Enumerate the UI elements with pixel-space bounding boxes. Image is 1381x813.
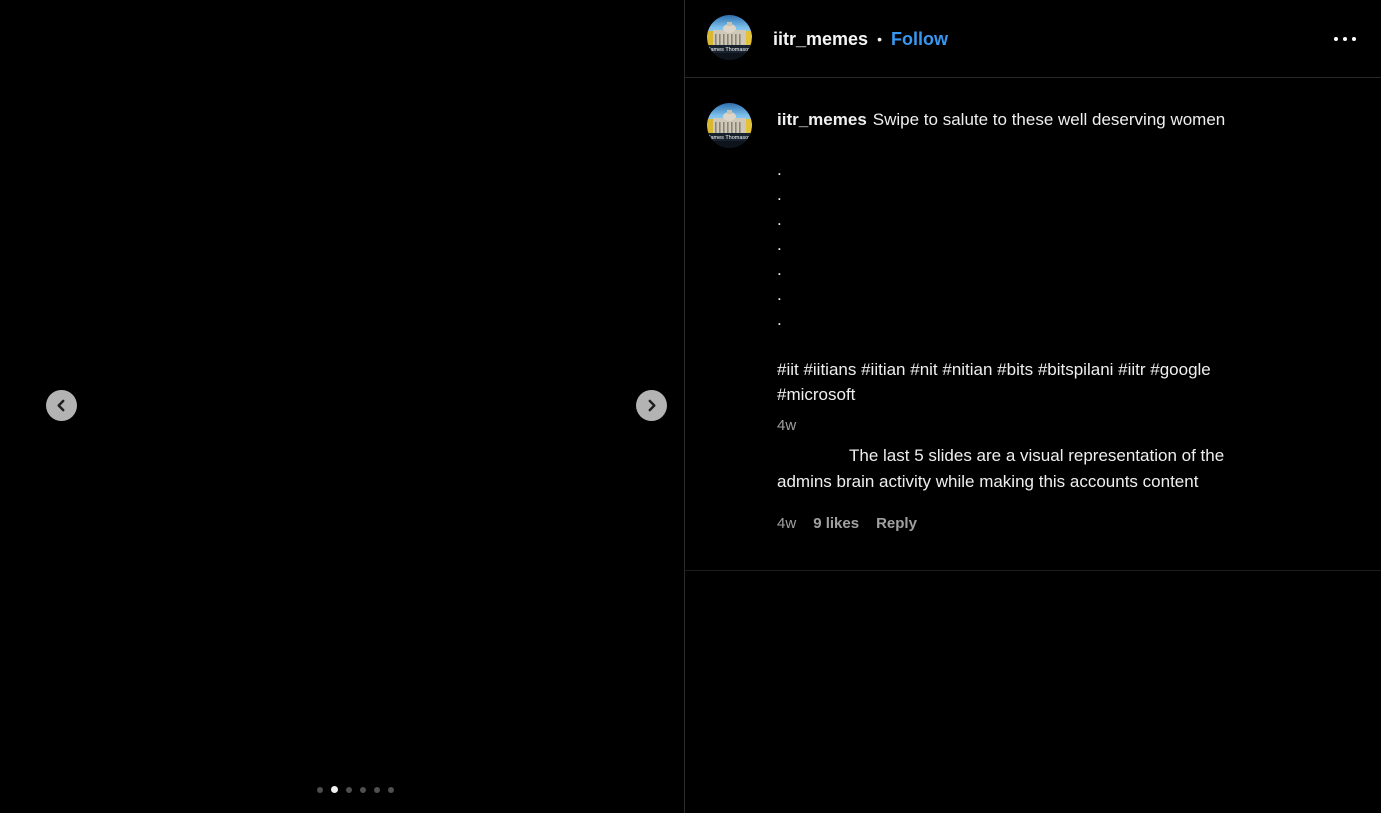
caption-blank-line <box>777 132 1307 157</box>
caption-dot-line: . <box>777 232 1307 257</box>
carousel-dot-1 <box>317 787 323 793</box>
carousel-prev-button[interactable] <box>46 390 77 421</box>
carousel-media <box>0 0 684 813</box>
carousel-dot-4 <box>360 787 366 793</box>
caption-text: iitr_memes Swipe to salute to these well … <box>777 107 1307 435</box>
caption-dot-line: . <box>777 157 1307 182</box>
comments-section: James Thomason iitr_memes Swipe to salute… <box>685 78 1381 571</box>
post-header: James Thomason iitr_memes • Follow <box>685 0 1381 78</box>
ellipsis-icon <box>1334 37 1356 41</box>
comment-reply-button[interactable]: Reply <box>876 511 917 537</box>
comment-likes-count[interactable]: 9 likes <box>813 511 859 537</box>
comment-text-line1: The last 5 slides are a visual represent… <box>777 443 1307 469</box>
carousel-dot-6 <box>388 787 394 793</box>
caption-dot-line: . <box>777 282 1307 307</box>
caption-dot-line: . <box>777 307 1307 332</box>
avatar-banner-text: James Thomason <box>708 47 752 53</box>
instagram-post-view: James Thomason iitr_memes • Follow <box>0 0 1381 813</box>
carousel-dot-3 <box>346 787 352 793</box>
more-options-button[interactable] <box>1325 29 1365 49</box>
caption-first-line: iitr_memes Swipe to salute to these well … <box>777 107 1307 132</box>
follow-button[interactable]: Follow <box>891 29 948 50</box>
caption-hashtags-line1[interactable]: #iit #iitians #iitian #nit #nitian #bits… <box>777 357 1307 382</box>
comment-timestamp: 4w <box>777 511 796 537</box>
carousel-dot-5 <box>374 787 380 793</box>
header-user-row: iitr_memes • Follow <box>773 0 948 78</box>
post-details-pane: James Thomason iitr_memes • Follow <box>684 0 1381 813</box>
comment: The last 5 slides are a visual represent… <box>777 443 1307 537</box>
header-username[interactable]: iitr_memes <box>773 29 868 50</box>
caption-body: Swipe to salute to these well deserving … <box>873 110 1225 129</box>
caption-avatar[interactable]: James Thomason <box>707 103 752 148</box>
caption-dot-line: . <box>777 257 1307 282</box>
carousel-dot-2 <box>331 786 338 793</box>
svg-text:James Thomason: James Thomason <box>708 135 752 141</box>
comment-meta-row: 4w 9 likes Reply <box>777 511 1307 537</box>
avatar[interactable]: James Thomason <box>707 15 752 60</box>
caption-hashtags-line2[interactable]: #microsoft <box>777 382 1307 407</box>
carousel-next-button[interactable] <box>636 390 667 421</box>
caption-timestamp: 4w <box>777 417 1307 435</box>
carousel-dots <box>317 786 394 793</box>
comment-text-line2: admins brain activity while making this … <box>777 469 1307 495</box>
caption-dot-line: . <box>777 207 1307 232</box>
caption-username[interactable]: iitr_memes <box>777 110 867 129</box>
chevron-left-icon <box>53 397 70 414</box>
chevron-right-icon <box>643 397 660 414</box>
username-follow-separator: • <box>877 31 882 47</box>
caption-blank-line <box>777 332 1307 357</box>
caption-dot-line: . <box>777 182 1307 207</box>
